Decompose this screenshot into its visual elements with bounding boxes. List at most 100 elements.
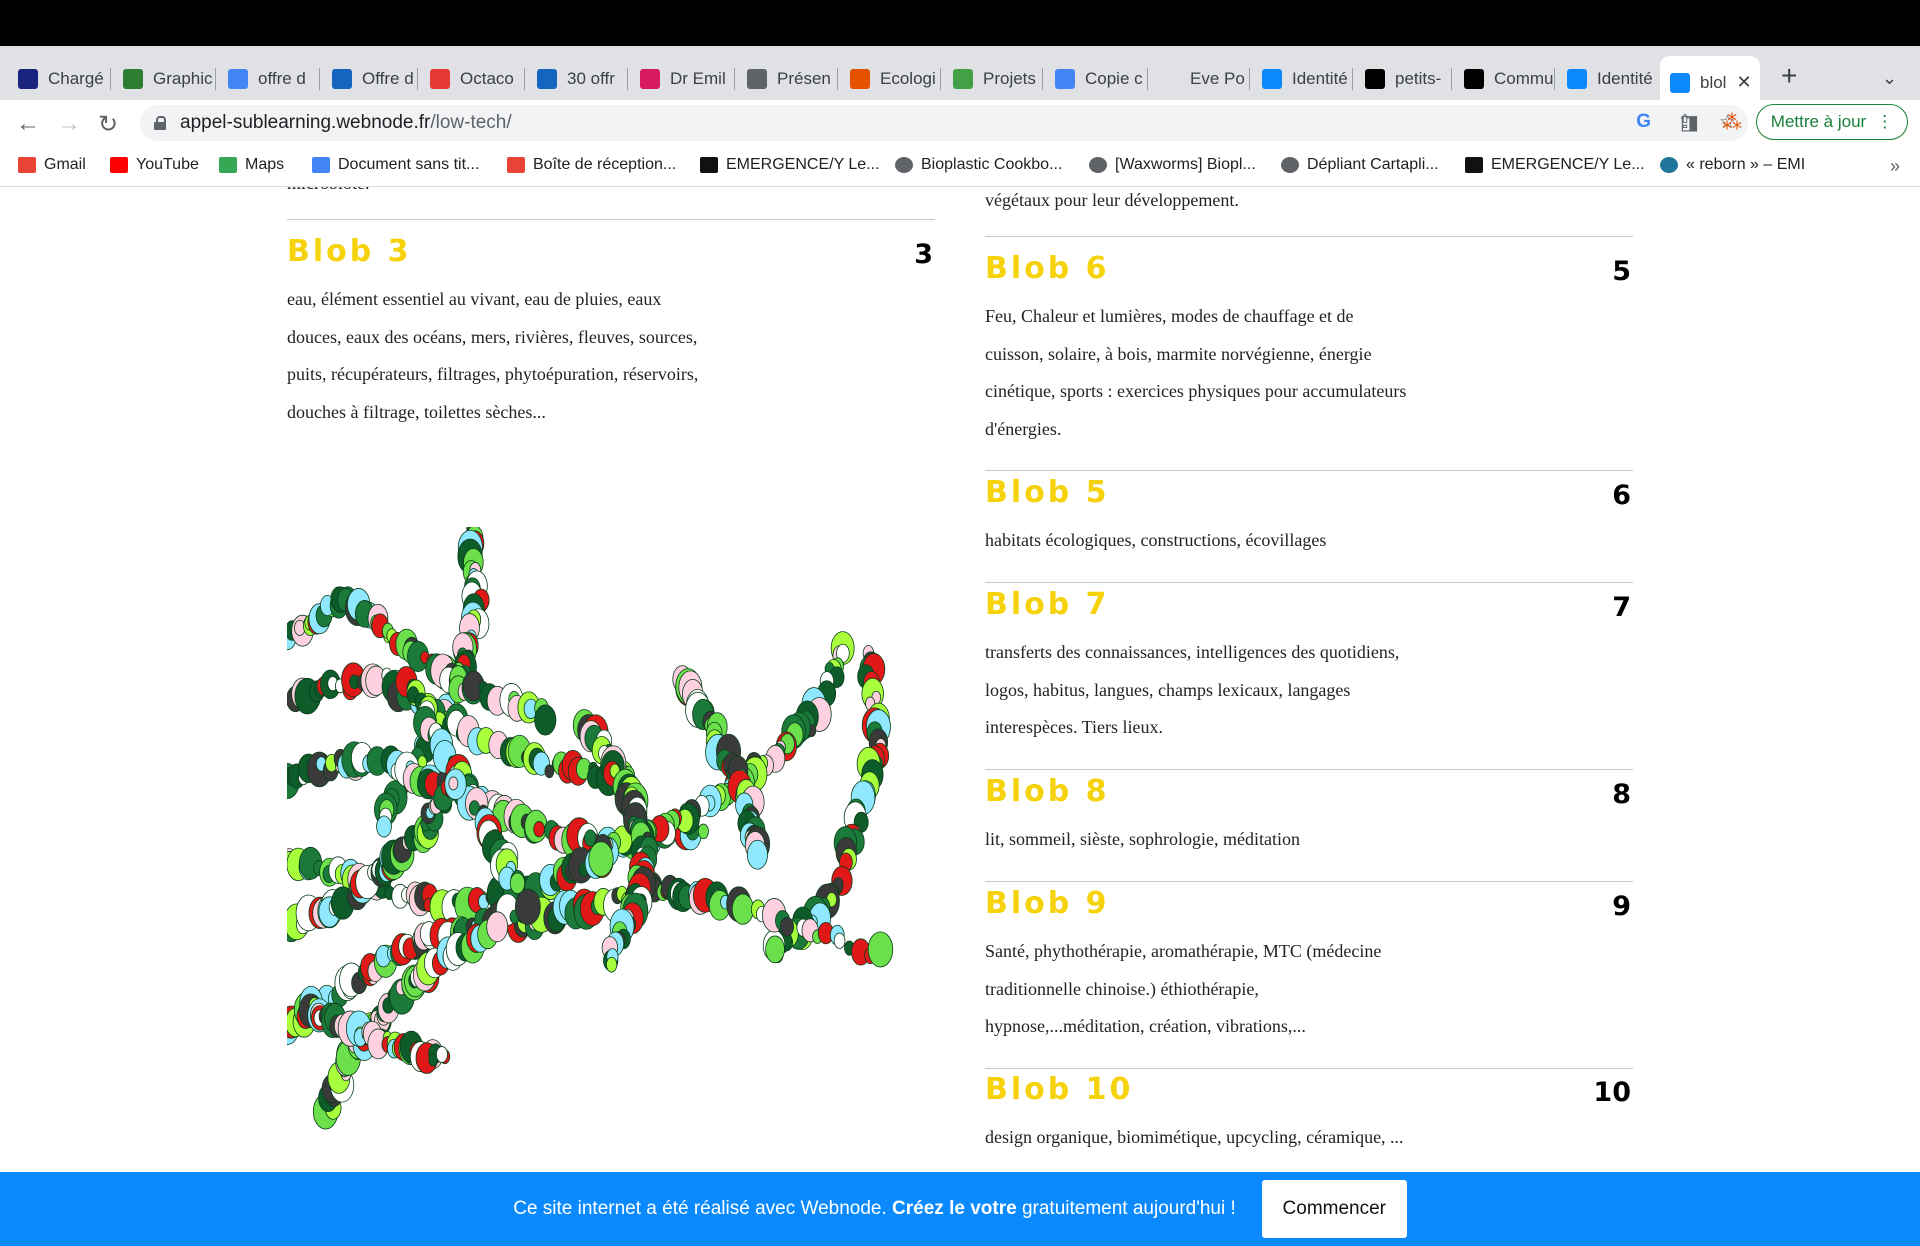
leaf-icon (953, 69, 973, 89)
gmail-icon (18, 157, 36, 173)
tab-separator (319, 68, 320, 90)
bookmark-item[interactable]: YouTube (110, 156, 199, 174)
blob-number: 5 (1612, 256, 1631, 287)
tab[interactable]: Graphic (113, 58, 213, 100)
blob-title: Blob 3 (287, 234, 412, 269)
blob-description-line: traditionnelle chinoise.) éthiothérapie, (985, 978, 1259, 999)
tab-separator (1451, 68, 1452, 90)
bookmark-label: Bioplastic Cookbo... (921, 156, 1063, 173)
bookmark-label: [Waxworms] Biopl... (1115, 156, 1256, 173)
tab-separator (417, 68, 418, 90)
blob-title: Blob 5 (985, 475, 1110, 510)
google-lens-icon[interactable]: G (1636, 111, 1651, 134)
blob-title: Blob 8 (985, 774, 1110, 809)
tab-separator (837, 68, 838, 90)
tab-search-chevron-icon[interactable]: ⌄ (1882, 68, 1897, 89)
bookmark-label: « reborn » – EMI (1686, 156, 1806, 173)
artwork-bead (833, 932, 846, 949)
bookmark-item[interactable]: EMERGENCE/Y Le... (1465, 156, 1645, 174)
gj-icon (123, 69, 143, 89)
tab-separator (215, 68, 216, 90)
artwork-bead (376, 815, 392, 838)
side-panel-icon[interactable]: ◨ (1680, 110, 1699, 135)
blob-description: eau, élément essentiel au vivant, eau de… (287, 281, 698, 431)
bookmark-item[interactable]: Boîte de réception... (507, 156, 676, 174)
tab-label: 30 offr (567, 69, 615, 88)
blob-number: 10 (1593, 1077, 1631, 1108)
tab[interactable]: Identité (1252, 58, 1352, 100)
new-tab-button[interactable]: + (1781, 62, 1797, 90)
bookmark-item[interactable]: [Waxworms] Biopl... (1089, 156, 1256, 174)
bookmark-item[interactable]: Document sans tit... (312, 156, 479, 174)
forward-arrow-icon[interactable]: → (57, 110, 81, 138)
tab[interactable]: Ecologi (840, 58, 940, 100)
tab[interactable]: Projets (943, 58, 1043, 100)
update-button[interactable]: Mettre à jour ⋮ (1756, 104, 1908, 140)
tab[interactable]: Chargé (8, 58, 108, 100)
tab[interactable]: 30 offr (527, 58, 627, 100)
tab-label: Offre d (362, 69, 414, 88)
webnode-banner: Ce site internet a été réalisé avec Webn… (0, 1172, 1920, 1246)
tab[interactable]: Copie c (1045, 58, 1145, 100)
extension-icon[interactable]: ⁂ (1722, 110, 1742, 135)
divider (287, 219, 935, 220)
bookmarks-bar: » Gmail YouTube Maps Document sans tit... Bo… (0, 148, 1920, 187)
tab[interactable]: Présen (737, 58, 837, 100)
tab-separator (627, 68, 628, 90)
artwork-bead (779, 916, 794, 937)
tab-label: Ecologi (880, 69, 936, 88)
blob-description: Santé, phythothérapie, aromathérapie, MT… (985, 933, 1381, 1046)
shield-icon (850, 69, 870, 89)
bookmark-item[interactable]: « reborn » – EMI (1660, 156, 1805, 174)
back-arrow-icon[interactable]: ← (16, 110, 40, 138)
docs-icon (1055, 69, 1075, 89)
reload-icon[interactable]: ↻ (98, 110, 118, 139)
tab-label: Dr Emil (670, 69, 726, 88)
webnode-icon (1262, 69, 1282, 89)
bookmark-item[interactable]: Gmail (18, 156, 86, 174)
blob-description-line: d'énergies. (985, 418, 1062, 439)
tab-label: Copie c (1085, 69, 1143, 88)
kebab-menu-icon[interactable]: ⋮ (1876, 112, 1893, 132)
bookmark-label: Document sans tit... (338, 156, 480, 173)
bookmarks-overflow-icon[interactable]: » (1890, 156, 1900, 177)
tab[interactable]: offre d (218, 58, 318, 100)
tab-label: Présen (777, 69, 831, 88)
tab-separator (1147, 68, 1148, 90)
blob-title: Blob 7 (985, 587, 1110, 622)
artwork-bead (514, 888, 541, 926)
blob-description: design organique, biomimétique, upcyclin… (985, 1119, 1404, 1157)
blob-title: Blob 9 (985, 886, 1110, 921)
blob-description-line: Feu, Chaleur et lumières, modes de chauf… (985, 306, 1354, 326)
blob-description-line: cuisson, solaire, à bois, marmite norvég… (985, 343, 1372, 364)
gmail-icon (507, 157, 525, 173)
blob-number: 9 (1612, 891, 1631, 922)
bookmark-item[interactable]: Maps (219, 156, 284, 174)
tab[interactable]: Dr Emil (630, 58, 730, 100)
blob-description-line: Santé, phythothérapie, aromathérapie, MT… (985, 941, 1382, 961)
tab[interactable]: Octaco (420, 58, 520, 100)
bookmark-label: Dépliant Cartapli... (1307, 156, 1439, 173)
bookmark-item[interactable]: Dépliant Cartapli... (1281, 156, 1439, 174)
blob-description-line: puits, récupérateurs, filtrages, phytoép… (287, 364, 699, 384)
tab[interactable]: Commu (1454, 58, 1554, 100)
tab[interactable]: Offre d (322, 58, 417, 100)
tab-label: Commu (1494, 69, 1554, 88)
tab[interactable]: petits- (1355, 58, 1451, 100)
tab[interactable]: Eve Po (1150, 58, 1250, 100)
divider (985, 1067, 1633, 1069)
start-button[interactable]: Commencer (1261, 1180, 1407, 1238)
tab[interactable]: Identité (1557, 58, 1657, 100)
bookmark-item[interactable]: EMERGENCE/Y Le... (700, 156, 880, 174)
address-bar[interactable]: appel-sublearning.webnode.fr/low-tech/ G… (140, 105, 1748, 141)
tab-label: Eve Po (1190, 69, 1245, 88)
close-tab-icon[interactable]: ✕ (1736, 72, 1751, 93)
tab-label: Projets (983, 69, 1036, 88)
artwork-bead (533, 821, 545, 838)
wix-icon (1365, 69, 1385, 89)
blob-title: Blob 6 (985, 251, 1110, 286)
browser-toolbar: ← → ↻ appel-sublearning.webnode.fr/low-t… (0, 100, 1920, 148)
lock-icon (154, 116, 166, 130)
bookmark-item[interactable]: Bioplastic Cookbo... (895, 156, 1062, 174)
globe-icon (747, 69, 767, 89)
